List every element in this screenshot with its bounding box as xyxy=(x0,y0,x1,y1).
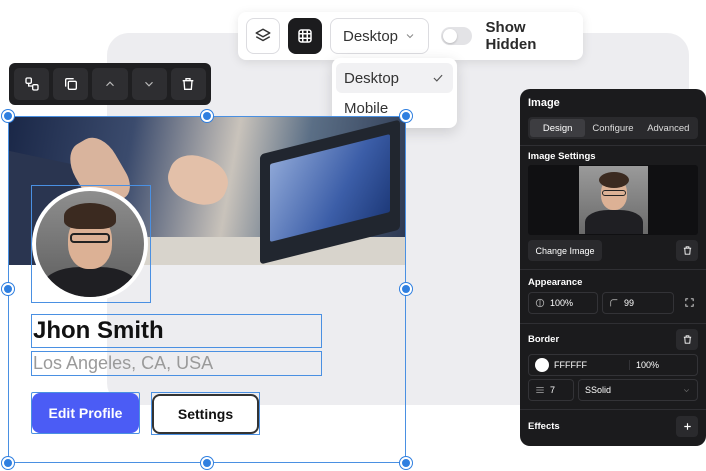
show-hidden-label: Show Hidden xyxy=(485,19,537,53)
duplicate-button[interactable] xyxy=(53,68,89,100)
divider xyxy=(520,269,706,270)
layers-icon xyxy=(255,28,271,42)
resize-handle-top[interactable] xyxy=(201,110,213,122)
opacity-value: 100% xyxy=(550,298,574,308)
image-settings-label: Image Settings xyxy=(528,151,596,162)
grid-icon xyxy=(298,29,312,43)
panel-tabs: Design Configure Advanced xyxy=(528,117,698,139)
layers-button[interactable] xyxy=(246,18,280,54)
border-color-field[interactable]: FFFFFF 100% xyxy=(528,354,698,376)
trash-icon xyxy=(183,78,194,90)
device-select[interactable]: Desktop xyxy=(330,18,430,54)
appearance-label: Appearance xyxy=(528,277,583,288)
check-icon xyxy=(433,74,443,82)
remove-border-button[interactable] xyxy=(676,329,698,350)
panel-title: Image xyxy=(528,97,560,109)
grid-button[interactable] xyxy=(288,18,322,54)
divider xyxy=(520,323,706,324)
border-opacity-value: 100% xyxy=(629,360,659,370)
trash-icon xyxy=(683,246,691,255)
plus-icon xyxy=(683,423,691,430)
chevron-down-icon xyxy=(407,34,414,39)
divider xyxy=(520,409,706,410)
change-image-button[interactable]: Change Image xyxy=(528,240,602,261)
toggle-knob xyxy=(443,29,458,43)
edit-profile-selection-box xyxy=(31,392,140,434)
properties-panel: Image Design Configure Advanced Image Se… xyxy=(520,89,706,446)
resize-handle-left[interactable] xyxy=(2,283,14,295)
border-label: Border xyxy=(528,334,560,345)
opacity-icon xyxy=(535,298,545,308)
border-width-field[interactable]: 7 xyxy=(528,379,574,401)
editor-stage: Desktop Show Hidden Desktop Mobile Jhon … xyxy=(0,0,706,471)
resize-handle-top-left[interactable] xyxy=(2,110,14,122)
expand-radius-button[interactable] xyxy=(678,292,700,313)
resize-handle-bottom[interactable] xyxy=(201,457,213,469)
remove-image-button[interactable] xyxy=(676,240,698,261)
image-preview xyxy=(579,166,648,234)
device-select-value: Desktop xyxy=(343,27,399,45)
opacity-field[interactable]: 100% xyxy=(528,292,598,314)
border-style-select[interactable]: SSolid xyxy=(578,379,698,401)
delete-button[interactable] xyxy=(170,68,207,100)
group-icon xyxy=(24,77,39,91)
profile-location[interactable]: Los Angeles, CA, USA xyxy=(33,351,213,375)
chevron-down-icon xyxy=(683,388,690,392)
group-button[interactable] xyxy=(14,68,50,100)
resize-handle-right[interactable] xyxy=(400,283,412,295)
chevron-up-icon xyxy=(106,81,114,87)
profile-name[interactable]: Jhon Smith xyxy=(33,315,164,347)
border-color-value: FFFFFF xyxy=(554,360,587,370)
element-toolbar xyxy=(9,63,211,105)
resize-handle-bottom-right[interactable] xyxy=(400,457,412,469)
chevron-down-icon xyxy=(145,81,154,87)
color-swatch[interactable] xyxy=(535,358,549,372)
add-effect-button[interactable] xyxy=(676,416,698,437)
corner-radius-icon xyxy=(610,299,618,307)
tab-configure[interactable]: Configure xyxy=(585,119,640,137)
move-up-button[interactable] xyxy=(92,68,128,100)
tab-advanced[interactable]: Advanced xyxy=(641,119,696,137)
dropdown-item-label: Mobile xyxy=(344,99,389,117)
tab-design[interactable]: Design xyxy=(530,119,586,137)
move-down-button[interactable] xyxy=(131,68,167,100)
border-style-value: SSolid xyxy=(585,385,612,395)
settings-selection-box xyxy=(151,392,260,435)
radius-value: 99 xyxy=(624,298,635,308)
resize-handle-top-right[interactable] xyxy=(400,110,412,122)
divider xyxy=(520,145,706,146)
show-hidden-toggle[interactable] xyxy=(441,27,472,45)
duplicate-icon xyxy=(64,78,77,90)
effects-label: Effects xyxy=(528,421,560,432)
top-toolbar: Desktop Show Hidden xyxy=(238,12,583,60)
avatar-selection-box xyxy=(31,185,151,303)
radius-field[interactable]: 99 xyxy=(602,292,674,314)
expand-icon xyxy=(684,298,694,307)
dropdown-item-label: Desktop xyxy=(344,69,400,87)
border-width-icon xyxy=(536,387,544,393)
trash-icon xyxy=(683,335,691,344)
border-width-value: 7 xyxy=(550,385,556,395)
dropdown-item-desktop[interactable]: Desktop xyxy=(336,63,453,93)
resize-handle-bottom-left[interactable] xyxy=(2,457,14,469)
